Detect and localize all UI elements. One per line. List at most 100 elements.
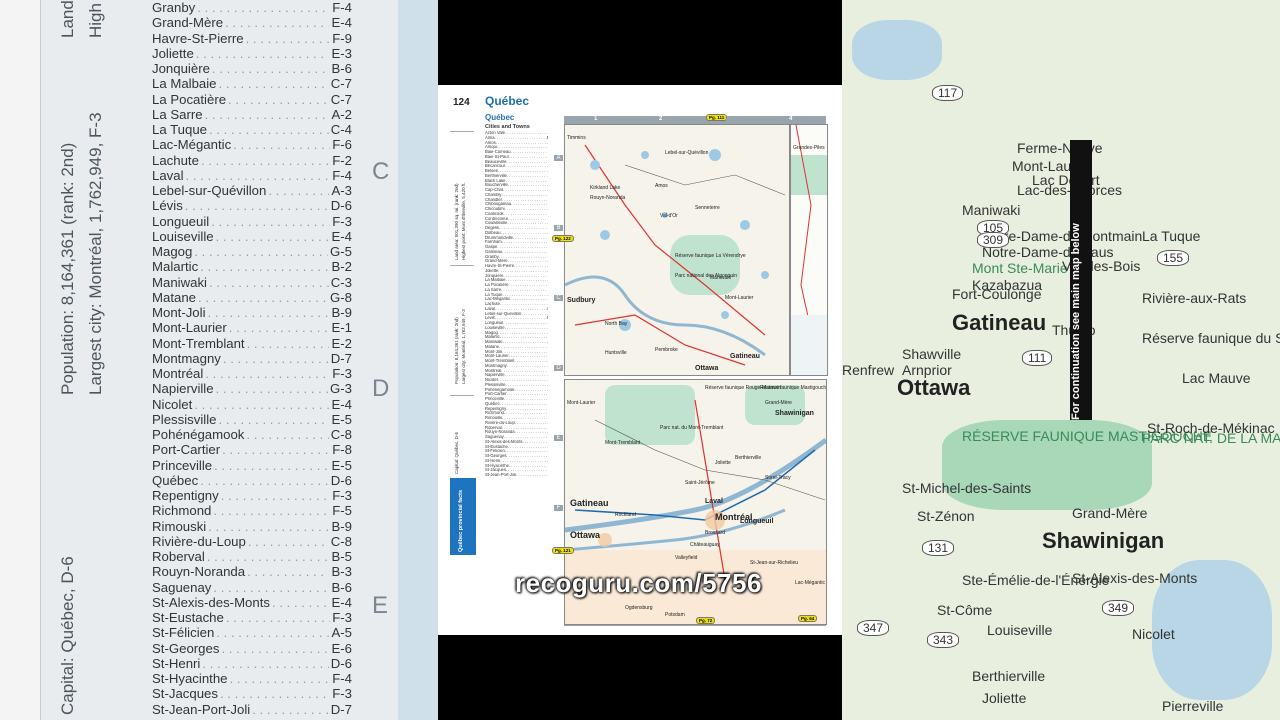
bg-index-entry: La Pocatière . . . . . . . . . . . . . .… [152, 92, 352, 107]
index-place-name: Repentigny [152, 488, 219, 503]
index-place-name: Rivière-du-Loup [152, 533, 246, 549]
index-leader-dots: . . . . . . . . . . . . . . . . . . . . … [246, 335, 330, 351]
bg-index-entry: Granby . . . . . . . . . . . . . . . . .… [152, 0, 352, 15]
index-place-name: Princeville [152, 457, 213, 473]
index-grid-ref: B-9 [331, 305, 352, 320]
index-place-name: Louiseville [152, 228, 214, 244]
map-b-place-label: Gatineau [570, 498, 609, 508]
bg-index-entry: Lac-Mégantic . . . . . . . . . . . . . .… [152, 137, 352, 152]
bg-index-entry: Magog . . . . . . . . . . . . . . . . . … [152, 244, 352, 259]
map-a-place-label: Senneterre [695, 205, 720, 211]
index-grid-ref: B-9 [331, 518, 352, 534]
index-grid-ref: G-5 [330, 244, 352, 259]
index-grid-ref: E-6 [331, 640, 352, 656]
index-leader-dots: . . . . . . . . . . . . . . . . . . . . … [185, 167, 331, 183]
index-grid-ref: B-6 [331, 61, 352, 76]
bg-land-text: Land [58, 0, 77, 38]
index-leader-dots: . . . . . . . . . . . . . . . . . . . . … [215, 381, 328, 397]
index-place-name: St-Georges [152, 640, 220, 656]
map-b-place-label: Rockland [615, 512, 636, 518]
bg-map-label: St-Roch-de-Mékinac [1147, 420, 1275, 436]
fact-population-text: Population: 8,164,361 (rank: 2nd) [454, 317, 459, 384]
page-title: Québec [485, 94, 530, 108]
route-shield-icon: 117 [932, 85, 964, 101]
index-grid-ref: A-3 [331, 183, 352, 198]
background-facts-strip [0, 0, 41, 720]
index-place-name: Montmagny [152, 350, 221, 366]
bg-index-entry: Havre-St-Pierre . . . . . . . . . . . . … [152, 31, 352, 46]
bg-capital-text: Capital: Québec, D-6 [58, 556, 77, 715]
index-place-name: Lachute [152, 152, 199, 168]
bg-index-entry: Québec . . . . . . . . . . . . . . . . .… [152, 473, 352, 488]
provincial-facts-label: Québec provincial facts [458, 489, 464, 552]
map-c-graphics [791, 125, 827, 375]
cities-index-list: Acton Vale . . . . . . . . . . . . . . .… [485, 131, 548, 478]
bg-index-entry: Longueuil . . . . . . . . . . . . . . . … [152, 214, 352, 229]
fact-largest-city-text: Largest city: Montréal, 1,762,949, F-3 [461, 309, 466, 384]
page-ref-top[interactable]: Pg. 111 [706, 114, 728, 121]
index-grid-ref: B-3 [331, 564, 352, 580]
index-leader-dots: . . . . . . . . . . . . . . . . . . . . … [208, 518, 330, 534]
index-place-name: Montréal [152, 366, 204, 381]
index-leader-dots: . . . . . . . . . . . . . . . . . . . . … [206, 549, 330, 564]
index-place-name: Matane [152, 289, 196, 305]
route-shield-icon: 309 [977, 232, 1010, 248]
fact-land: Land area: 501,390 sq. mi. (rank: 2nd) H… [450, 131, 474, 262]
map-b-place-label: Parc nat. du Mont-Tremblant [660, 425, 724, 431]
index-place-name: Granby [152, 0, 196, 15]
index-place-name: Lebel-sur-Quévillon [152, 183, 267, 198]
index-leader-dots: . . . . . . . . . . . . . . . . . . . . … [213, 503, 330, 519]
route-shield-icon: 155 [1157, 250, 1190, 266]
index-grid-ref: E-4 [331, 396, 352, 412]
bg-map-label: Lac Mauve [1182, 370, 1251, 386]
index-place-name: St-Alexis-des-Monts [152, 594, 270, 610]
index-grid-ref: C-8 [330, 533, 352, 549]
map-b-place-label: Berthierville [735, 455, 762, 461]
index-leader-dots: . . . . . . . . . . . . . . . . . . . . … [218, 411, 330, 427]
bg-grid-letter-d: D [372, 375, 390, 402]
route-shield-icon: 131 [922, 540, 955, 556]
index-grid-ref: F-4 [332, 671, 352, 686]
bg-index-entry: Lévis . . . . . . . . . . . . . . . . . … [152, 198, 352, 213]
index-leader-dots: . . . . . . . . . . . . . . . . . . . . … [200, 472, 329, 488]
index-leader-dots: . . . . . . . . . . . . . . . . . . . . … [245, 30, 331, 46]
index-place-name: Maniwaki [152, 274, 207, 290]
index-leader-dots: . . . . . . . . . . . . . . . . . . . . … [209, 122, 329, 137]
index-grid-ref: E-2 [331, 335, 352, 351]
bg-continuation-sidebar: For continuation see main map below [1070, 140, 1092, 420]
bg-index-entry: Rouyn-Noranda . . . . . . . . . . . . . … [152, 564, 352, 579]
bg-index-entry: St-Hyacinthe . . . . . . . . . . . . . .… [152, 671, 352, 686]
map-a-graphics [565, 125, 789, 375]
bg-index-entry: Montmagny . . . . . . . . . . . . . . . … [152, 351, 352, 366]
grid-col-4: 4 [789, 116, 793, 122]
background-left-panel: Population: 8,164,361 (rank: 2nd) Larges… [0, 0, 438, 720]
page-ref-left-a[interactable]: Pg. 122 [552, 235, 574, 242]
index-grid-ref: F-4 [332, 167, 352, 183]
map-b-place-label: Brossard [705, 530, 726, 536]
bg-index-entry: St-Georges . . . . . . . . . . . . . . .… [152, 641, 352, 656]
index-heading: Cities and Towns [485, 124, 530, 130]
index-leader-dots: . . . . . . . . . . . . . . . . . . . . … [215, 228, 330, 244]
index-grid-ref: D-7 [330, 701, 352, 717]
index-place-name: Mont-Tremblant [152, 335, 245, 351]
index-grid-ref: F-4 [332, 0, 352, 15]
page-ref-left-b[interactable]: Pg. 121 [552, 547, 574, 554]
index-place-name: Mont-Joli [152, 305, 206, 320]
page-ref-bottom[interactable]: Pg. 72 [696, 617, 716, 624]
inset-label: Grandes-Piles [793, 145, 825, 151]
index-grid-ref: A-5 [331, 625, 352, 641]
index-place-name: Pohénégamook [152, 427, 245, 442]
bg-index-entry: Mont-Joli . . . . . . . . . . . . . . . … [152, 305, 352, 320]
background-right-panel: Ferme-NeuveMont-LaurierLac-des-ÉcorcesMa… [842, 0, 1280, 720]
bg-map-label: Rivière-aux-Rats [1142, 290, 1247, 306]
index-grid-ref: D-6 [330, 198, 352, 214]
bg-index-entry: Nicolet . . . . . . . . . . . . . . . . … [152, 397, 352, 412]
index-title: Québec [485, 113, 515, 122]
map-a-place-label: Mont-Laurier [725, 295, 754, 301]
index-place-name: St-Félicien [152, 625, 215, 641]
bg-map-label: Grand-Mère [1072, 505, 1148, 521]
page-ref-bottom-right[interactable]: Pg. 64 [798, 615, 818, 622]
fact-land-area: Land area: 501,390 sq. mi. (rank: 2nd) [454, 183, 459, 260]
index-grid-ref: B-6 [331, 579, 352, 595]
bg-index-entry: Laval . . . . . . . . . . . . . . . . . … [152, 168, 352, 183]
